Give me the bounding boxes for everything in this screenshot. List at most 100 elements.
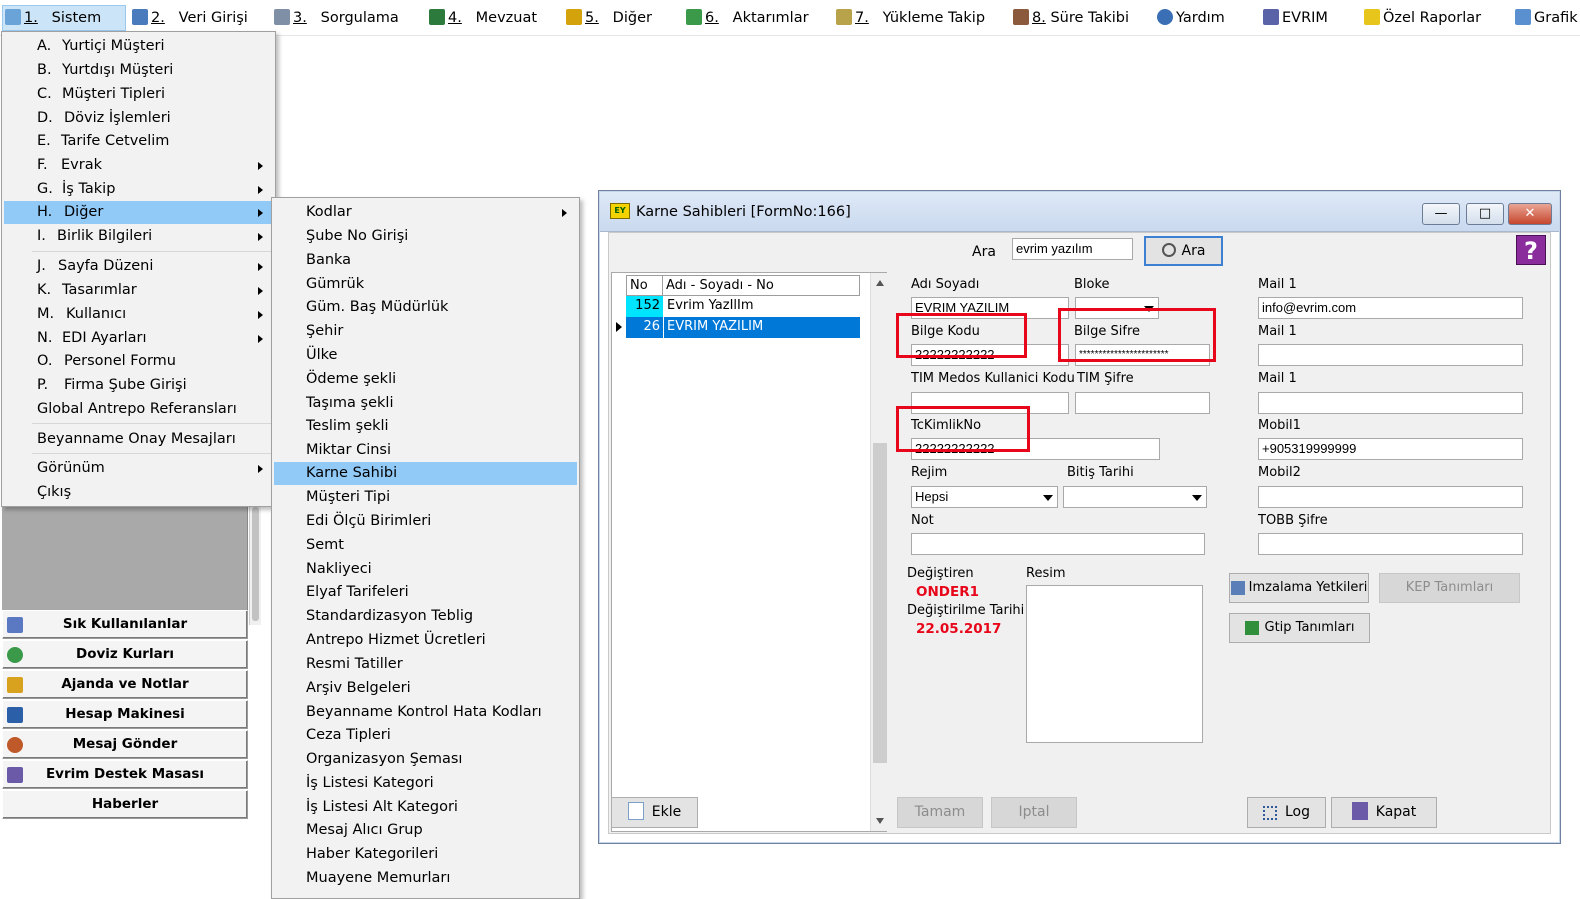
menu-item-diger[interactable]: H. Diğer — [4, 201, 273, 224]
submenu-item[interactable]: Nakliyeci — [274, 558, 577, 581]
menu-item-kullanici[interactable]: M. Kullanıcı — [4, 303, 273, 326]
help-question-icon[interactable]: ? — [1516, 235, 1546, 265]
submenu-item[interactable]: Muayene Memurları — [274, 867, 577, 890]
menu-item-global-antrepo[interactable]: Global Antrepo Referansları — [4, 398, 273, 421]
grid-scrollbar[interactable] — [870, 273, 888, 831]
submenu-item[interactable]: Beyanname Kontrol Hata Kodları — [274, 701, 577, 724]
menu-item-edi-ayarlari[interactable]: N. EDI Ayarları — [4, 327, 273, 350]
gtip-tanimlari-button[interactable]: Gtip Tanımları — [1229, 613, 1370, 643]
submenu-item[interactable]: İş Listesi Kategori — [274, 772, 577, 795]
submenu-item[interactable]: Ceza Tipleri — [274, 724, 577, 747]
submenu-item[interactable]: Ödeme şekli — [274, 368, 577, 391]
tim-sifre-input[interactable] — [1075, 392, 1210, 414]
maximize-button[interactable]: □ — [1466, 203, 1504, 225]
left-panel-scrollbar[interactable] — [249, 505, 261, 625]
submenu-item[interactable]: Şube No Girişi — [274, 225, 577, 248]
submenu-item[interactable]: Miktar Cinsi — [274, 439, 577, 462]
scroll-up-icon[interactable] — [876, 280, 884, 286]
shortcut-exchange-rates[interactable]: Doviz Kurları — [2, 640, 248, 669]
menu-aktarimlar[interactable]: 6. Aktarımlar — [684, 6, 809, 30]
menu-sure-takibi[interactable]: 8. Süre Takibi — [1011, 6, 1129, 30]
menu-grafik[interactable]: Grafik — [1513, 6, 1578, 30]
imzalama-yetkileri-button[interactable]: Imzalama Yetkileri — [1229, 573, 1369, 603]
mobil2-input[interactable] — [1258, 486, 1523, 508]
close-button[interactable]: ✕ — [1508, 203, 1552, 225]
rejim-select[interactable]: Hepsi — [911, 486, 1058, 508]
shortcut-calculator[interactable]: Hesap Makinesi — [2, 700, 248, 729]
submenu-item[interactable]: Mesaj Alıcı Grup — [274, 819, 577, 842]
menu-diger[interactable]: 5. Diğer — [564, 6, 652, 30]
table-row[interactable]: 152 Evrim YazIlIm — [614, 296, 861, 317]
submenu-item[interactable]: Elyaf Tarifeleri — [274, 581, 577, 604]
minimize-button[interactable]: — — [1422, 203, 1460, 225]
tamam-button[interactable]: Tamam — [897, 797, 983, 828]
menu-mevzuat[interactable]: 4. Mevzuat — [427, 6, 537, 30]
iptal-button[interactable]: Iptal — [991, 797, 1077, 828]
kep-tanimlari-button[interactable]: KEP Tanımları — [1379, 573, 1520, 603]
submenu-item[interactable]: Haber Kategorileri — [274, 843, 577, 866]
shortcut-favorites[interactable]: Sık Kullanılanlar — [2, 610, 248, 639]
menu-sorgulama[interactable]: 3. Sorgulama — [272, 6, 399, 30]
mail2-input[interactable] — [1258, 344, 1523, 366]
menu-item-gorunum[interactable]: Görünüm — [4, 457, 273, 480]
menu-item-birlik-bilgileri[interactable]: I. Birlik Bilgileri — [4, 225, 273, 248]
menu-item-personel-formu[interactable]: O. Personel Formu — [4, 350, 273, 373]
submenu-item[interactable]: Güm. Baş Müdürlük — [274, 296, 577, 319]
search-input[interactable]: evrim yazılım — [1012, 238, 1133, 260]
menu-item-tasarimlar[interactable]: K. Tasarımlar — [4, 279, 273, 302]
tobb-sifre-input[interactable] — [1258, 533, 1523, 555]
menu-item-doviz-islemleri[interactable]: D. Döviz İşlemleri — [4, 107, 273, 130]
menu-item-cikis[interactable]: Çıkış — [4, 481, 273, 504]
submenu-item[interactable]: Arşiv Belgeleri — [274, 677, 577, 700]
menu-ozel-raporlar[interactable]: Özel Raporlar — [1362, 6, 1481, 30]
menu-evrim[interactable]: EVRIM — [1261, 6, 1328, 30]
submenu-item[interactable]: İş Listesi Alt Kategori — [274, 796, 577, 819]
grid-header-no[interactable]: No — [626, 275, 663, 296]
submenu-item[interactable]: Şehir — [274, 320, 577, 343]
resim-image-box[interactable] — [1026, 585, 1203, 743]
submenu-item[interactable]: Banka — [274, 249, 577, 272]
menu-yukleme-takip[interactable]: 7. Yükleme Takip — [834, 6, 985, 30]
menu-veri-girisi[interactable]: 2. Veri Girişi — [130, 6, 248, 30]
submenu-item[interactable]: Gümrük — [274, 273, 577, 296]
submenu-item[interactable]: Standardizasyon Teblig — [274, 605, 577, 628]
table-row-selected[interactable]: 26 EVRIM YAZILIM — [614, 317, 861, 338]
shortcut-news[interactable]: Haberler — [2, 790, 248, 819]
submenu-item[interactable]: Semt — [274, 534, 577, 557]
window-titlebar[interactable]: EY Karne Sahibleri [FormNo:166] — □ ✕ — [600, 192, 1559, 232]
menu-item-evrak[interactable]: F. Evrak — [4, 154, 273, 177]
submenu-item[interactable]: Teslim şekli — [274, 415, 577, 438]
submenu-item[interactable]: Müşteri Tipi — [274, 486, 577, 509]
search-button[interactable]: Ara — [1144, 236, 1223, 266]
submenu-item[interactable]: Kodlar — [274, 201, 577, 224]
menu-item-yurtici-musteri[interactable]: A. Yurtiçi Müşteri — [4, 35, 273, 58]
mail3-input[interactable] — [1258, 392, 1523, 414]
submenu-item[interactable]: Edi Ölçü Birimleri — [274, 510, 577, 533]
not-input[interactable] — [911, 533, 1205, 555]
submenu-item-karne-sahibi[interactable]: Karne Sahibi — [274, 462, 577, 485]
menu-yardim[interactable]: Yardım — [1155, 6, 1225, 30]
shortcut-agenda[interactable]: Ajanda ve Notlar — [2, 670, 248, 699]
menu-item-beyanname-onay[interactable]: Beyanname Onay Mesajları — [4, 428, 273, 451]
submenu-item[interactable]: Ülke — [274, 344, 577, 367]
log-button[interactable]: Log — [1247, 797, 1326, 828]
menu-item-is-takip[interactable]: G. İş Takip — [4, 178, 273, 201]
menu-sistem[interactable]: 1. Sistem — [2, 5, 126, 31]
submenu-item[interactable]: Antrepo Hizmet Ücretleri — [274, 629, 577, 652]
menu-item-tarife-cetvelim[interactable]: E. Tarife Cetvelim — [4, 130, 273, 153]
submenu-item[interactable]: Taşıma şekli — [274, 392, 577, 415]
menu-item-musteri-tipleri[interactable]: C. Müşteri Tipleri — [4, 83, 273, 106]
grid-header-name[interactable]: Adı - Soyadı - No — [662, 275, 860, 296]
menu-item-firma-sube-girisi[interactable]: P. Firma Şube Girişi — [4, 374, 273, 397]
kapat-button[interactable]: Kapat — [1331, 797, 1437, 828]
shortcut-support-desk[interactable]: Evrim Destek Masası — [2, 760, 248, 789]
shortcut-send-message[interactable]: Mesaj Gönder — [2, 730, 248, 759]
ekle-button[interactable]: Ekle — [611, 797, 698, 828]
bitis-tarihi-select[interactable] — [1063, 486, 1207, 508]
submenu-item[interactable]: Organizasyon Şeması — [274, 748, 577, 771]
submenu-item[interactable]: Resmi Tatiller — [274, 653, 577, 676]
scroll-thumb[interactable] — [873, 443, 887, 763]
mail1-input[interactable]: info@evrim.com — [1258, 297, 1523, 319]
mobil1-input[interactable]: +905319999999 — [1258, 438, 1523, 460]
menu-item-sayfa-duzeni[interactable]: J. Sayfa Düzeni — [4, 255, 273, 278]
